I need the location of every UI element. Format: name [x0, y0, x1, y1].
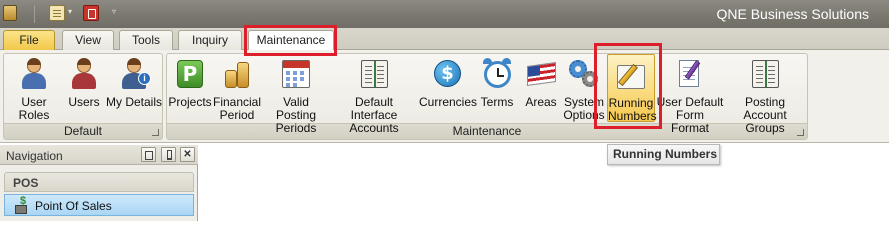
app-logo-icon[interactable]: [3, 5, 17, 21]
terms-button[interactable]: Terms: [478, 52, 516, 122]
projects-button[interactable]: P Projects: [168, 52, 212, 122]
clock-icon: [481, 58, 513, 90]
ribbon-group-label: Default: [4, 123, 162, 139]
button-label: Currencies: [419, 95, 478, 109]
nav-item-label: Point Of Sales: [35, 199, 112, 213]
pdf-icon[interactable]: [83, 5, 99, 21]
nav-item-point-of-sales[interactable]: Point Of Sales: [4, 194, 194, 216]
customize-toolbar-icon[interactable]: ▿: [112, 7, 116, 16]
projects-icon: P: [174, 58, 206, 90]
button-label: User Roles: [18, 95, 50, 122]
areas-button[interactable]: Areas: [522, 52, 560, 122]
navigation-pane: Navigation ✕ POS Point Of Sales: [0, 145, 198, 221]
chevron-down-icon[interactable]: ▾: [68, 7, 72, 16]
running-numbers-icon: [615, 61, 647, 93]
calendar-icon: [280, 58, 312, 90]
my-details-icon: i: [118, 58, 151, 90]
workspace-area: [199, 145, 889, 221]
button-label: My Details: [106, 95, 163, 109]
button-label: Financial Period: [213, 95, 262, 122]
financial-period-button[interactable]: Financial Period: [213, 52, 261, 122]
users-button[interactable]: Users: [64, 52, 104, 122]
tab-tools[interactable]: Tools: [119, 30, 173, 50]
button-label: Posting Account Groups: [743, 95, 787, 135]
user-default-form-format-button[interactable]: User Default Form Format: [656, 52, 724, 135]
dollar-icon: $: [431, 58, 463, 90]
group-launcher-icon[interactable]: [152, 129, 159, 136]
system-options-button[interactable]: System Options: [562, 52, 606, 122]
form-format-icon: [674, 58, 706, 90]
running-numbers-button[interactable]: Running Numbers: [607, 54, 657, 123]
my-details-button[interactable]: i My Details: [106, 52, 162, 122]
nav-group-label: POS: [13, 176, 39, 190]
pin-icon[interactable]: [161, 147, 176, 162]
point-of-sales-icon: [15, 195, 29, 214]
title-bar: ▾ ▿ QNE Business Solutions: [0, 0, 889, 28]
navigation-title: Navigation: [6, 149, 63, 163]
financial-period-icon: [221, 58, 253, 90]
close-icon[interactable]: ✕: [180, 147, 195, 162]
navigation-header: Navigation ✕: [0, 145, 198, 165]
tooltip: Running Numbers: [607, 144, 720, 165]
button-label: System Options: [563, 95, 605, 122]
nav-group-pos[interactable]: POS: [4, 172, 194, 192]
ledger-icon: [749, 58, 781, 90]
dock-icon[interactable]: [141, 147, 156, 162]
button-label: Valid Posting Periods: [275, 95, 317, 135]
users-icon: [68, 58, 100, 90]
default-interface-accounts-button[interactable]: Default Interface Accounts: [330, 52, 418, 135]
button-label: Running Numbers: [608, 96, 657, 123]
ribbon-tab-row: File View Tools Inquiry Maintenance: [0, 28, 889, 51]
tab-file[interactable]: File: [3, 30, 55, 50]
window-title: QNE Business Solutions: [716, 6, 869, 22]
button-label: Areas: [525, 95, 557, 109]
toolbar-separator: [34, 5, 35, 23]
tab-inquiry[interactable]: Inquiry: [178, 30, 242, 50]
tab-view[interactable]: View: [62, 30, 114, 50]
button-label: Users: [68, 95, 100, 109]
flag-icon: [525, 58, 557, 90]
currencies-button[interactable]: $ Currencies: [419, 52, 478, 122]
user-roles-icon: [18, 58, 50, 90]
posting-account-groups-button[interactable]: Posting Account Groups: [724, 52, 806, 135]
valid-posting-periods-button[interactable]: Valid Posting Periods: [262, 52, 330, 135]
gears-icon: [568, 58, 600, 90]
user-roles-button[interactable]: User Roles: [5, 52, 63, 122]
notepad-icon[interactable]: [49, 5, 65, 21]
ledger-icon: [358, 58, 390, 90]
button-label: Terms: [480, 95, 514, 109]
button-label: Default Interface Accounts: [349, 95, 399, 135]
button-label: Projects: [168, 95, 212, 109]
tab-maintenance[interactable]: Maintenance: [248, 30, 334, 51]
button-label: User Default Form Format: [656, 95, 724, 135]
